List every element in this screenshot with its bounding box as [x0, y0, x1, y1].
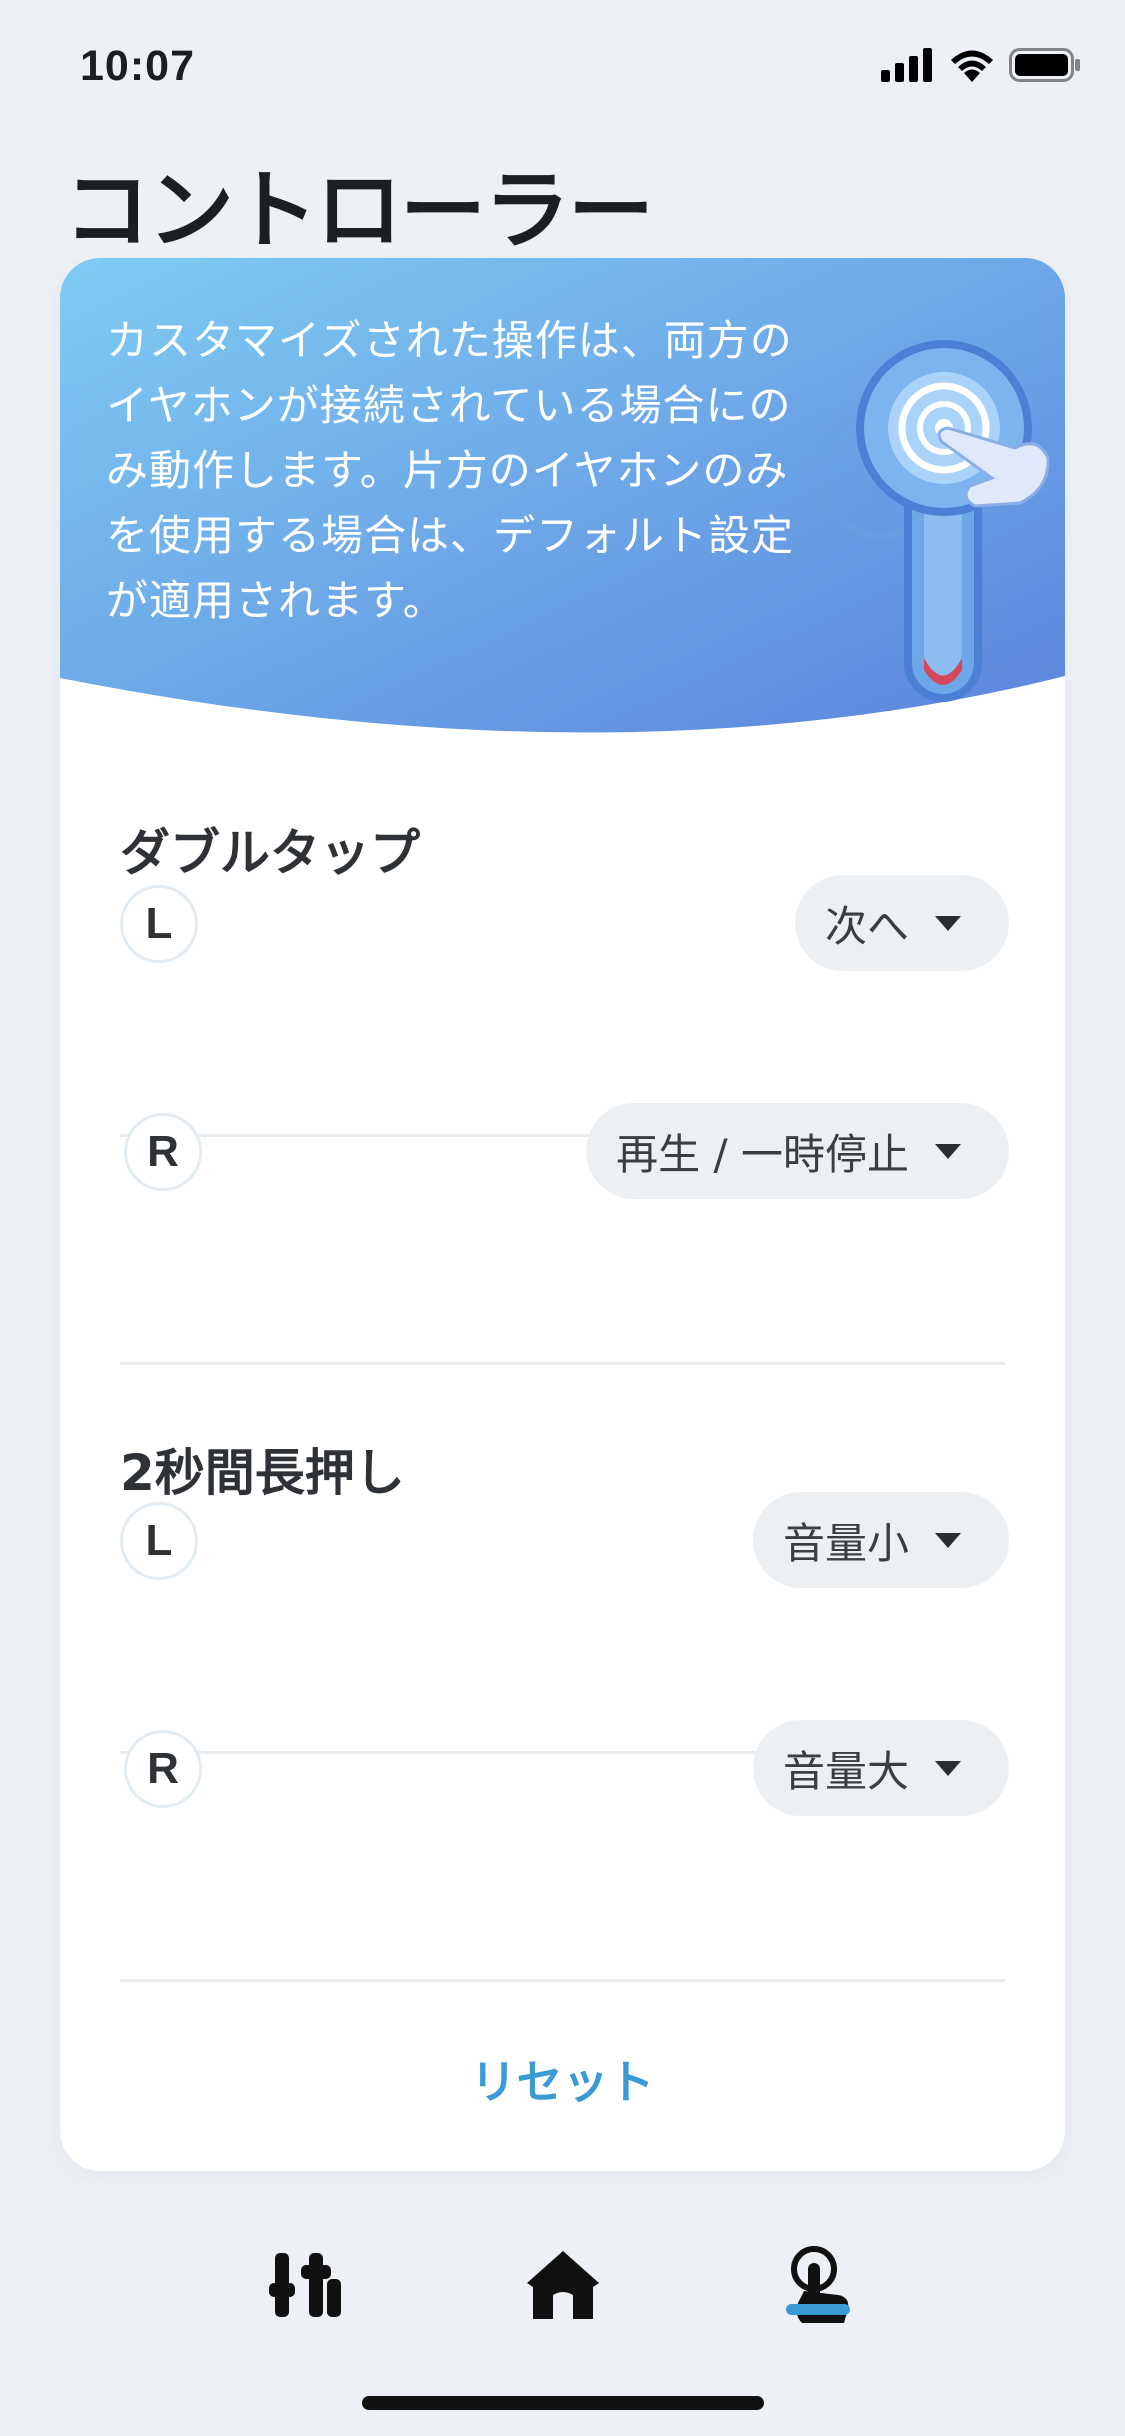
- dropdown-value: 再生 / 一時停止: [616, 1129, 909, 1179]
- double-tap-left-row: L 次へ: [120, 875, 1009, 1118]
- long-press-right-row: R 音量大: [120, 1720, 1009, 1963]
- controller-settings-card: カスタマイズされた操作は、両方のイヤホンが接続されている場合にのみ動作します。片…: [60, 258, 1065, 2171]
- dropdown-value: 音量小: [782, 1518, 909, 1568]
- page-title: コントローラー: [64, 161, 654, 261]
- double-tap-left-dropdown[interactable]: 次へ: [794, 875, 1009, 971]
- cellular-signal-icon: [881, 48, 932, 82]
- right-earbud-badge: R: [124, 1113, 202, 1191]
- reset-button[interactable]: リセット: [60, 2046, 1065, 2112]
- equalizer-icon: [269, 2253, 341, 2317]
- long-press-left-dropdown[interactable]: 音量小: [752, 1492, 1009, 1588]
- long-press-left-row: L 音量小: [120, 1492, 1009, 1735]
- info-banner: カスタマイズされた操作は、両方のイヤホンが接続されている場合にのみ動作します。片…: [60, 258, 1065, 748]
- dropdown-value: 次へ: [824, 901, 909, 951]
- home-icon: [527, 2251, 599, 2319]
- divider: [120, 1362, 1005, 1365]
- caret-down-icon: [935, 1143, 961, 1159]
- caret-down-icon: [935, 915, 961, 931]
- status-time: 10:07: [80, 42, 195, 90]
- wifi-icon: [951, 50, 993, 82]
- tab-equalizer[interactable]: [250, 2230, 360, 2340]
- status-icons: [881, 48, 1081, 82]
- tab-home[interactable]: [508, 2230, 618, 2340]
- section-title-double-tap: ダブルタップ: [120, 824, 420, 882]
- divider: [120, 1979, 1005, 1982]
- home-indicator[interactable]: [362, 2396, 764, 2410]
- right-earbud-badge: R: [124, 1730, 202, 1808]
- dropdown-value: 音量大: [782, 1746, 909, 1796]
- caret-down-icon: [935, 1532, 961, 1548]
- tab-touch-controls[interactable]: [763, 2230, 873, 2340]
- earbud-tap-icon: [814, 340, 1050, 702]
- left-earbud-badge: L: [120, 885, 198, 963]
- caret-down-icon: [935, 1760, 961, 1776]
- long-press-right-dropdown[interactable]: 音量大: [752, 1720, 1009, 1816]
- double-tap-right-row: R 再生 / 一時停止: [120, 1103, 1009, 1346]
- section-title-long-press: 2秒間長押し: [120, 1444, 405, 1502]
- active-tab-indicator: [786, 2304, 850, 2315]
- left-earbud-badge: L: [120, 1502, 198, 1580]
- status-bar: 10:07: [0, 0, 1125, 135]
- banner-notice-text: カスタマイズされた操作は、両方のイヤホンが接続されている場合にのみ動作します。片…: [106, 316, 795, 625]
- double-tap-right-dropdown[interactable]: 再生 / 一時停止: [586, 1103, 1009, 1199]
- battery-icon: [1009, 48, 1080, 82]
